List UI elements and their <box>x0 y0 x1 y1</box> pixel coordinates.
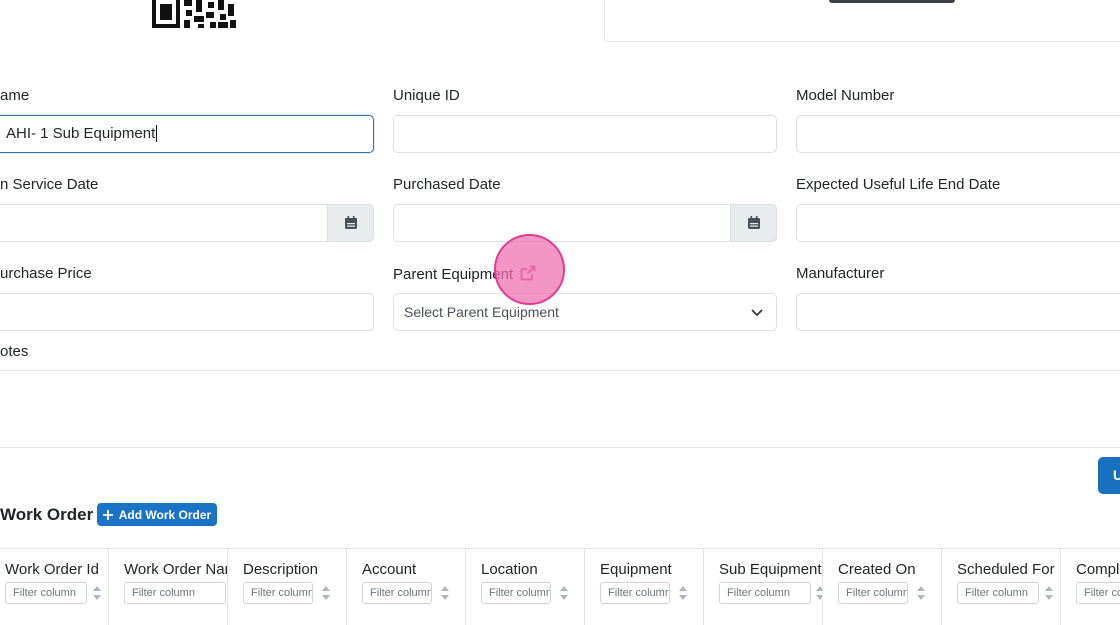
column-header-created-on[interactable]: Created On Filter column <box>823 549 942 625</box>
notes-bottom-border <box>0 447 1120 448</box>
top-button-edge[interactable] <box>829 0 955 3</box>
notes-label: otes <box>0 343 29 360</box>
column-header-completed[interactable]: Completed Filter column <box>1061 549 1120 625</box>
unique-id-input[interactable] <box>393 115 777 153</box>
expected-useful-life-input[interactable] <box>796 204 1120 242</box>
sort-icon[interactable] <box>559 585 569 601</box>
sort-icon[interactable] <box>815 585 823 601</box>
column-title: Created On <box>838 561 916 578</box>
click-indicator <box>494 234 565 305</box>
column-filter-input[interactable]: Filter column <box>1076 582 1120 604</box>
sort-icon[interactable] <box>92 585 102 601</box>
manufacturer-label: Manufacturer <box>796 265 885 282</box>
purchased-date-label: Purchased Date <box>393 176 501 193</box>
unique-id-label: Unique ID <box>393 87 460 104</box>
in-service-date-label: n Service Date <box>0 176 99 193</box>
sort-icon[interactable] <box>678 585 688 601</box>
column-filter-input[interactable]: Filter column <box>362 582 432 604</box>
column-header-scheduled-for[interactable]: Scheduled For Filter column <box>942 549 1061 625</box>
work-order-grid-header: Work Order Id Filter column Work Order N… <box>0 548 1120 625</box>
purchased-date-input[interactable] <box>393 204 777 242</box>
column-header-description[interactable]: Description Filter column <box>228 549 347 625</box>
update-button[interactable]: U <box>1098 457 1120 494</box>
column-title: Work Order Id <box>5 561 99 578</box>
manufacturer-input[interactable] <box>796 293 1120 331</box>
column-title: Account <box>362 561 417 578</box>
column-title: Location <box>481 561 538 578</box>
column-header-work-order-name[interactable]: Work Order Name Filter column <box>109 549 228 625</box>
qr-code-icon <box>152 0 236 28</box>
calendar-icon <box>747 216 760 229</box>
in-service-date-input[interactable] <box>0 204 374 242</box>
purchase-price-label: urchase Price <box>0 265 92 282</box>
work-order-title: Work Order <box>0 505 94 524</box>
calendar-icon <box>344 216 357 229</box>
column-title: Equipment <box>600 561 672 578</box>
column-filter-input[interactable]: Filter column <box>124 582 226 604</box>
column-title: Sub Equipment <box>719 561 822 578</box>
model-number-label: Model Number <box>796 87 895 104</box>
column-filter-input[interactable]: Filter column <box>838 582 908 604</box>
model-number-input[interactable] <box>796 115 1120 153</box>
column-title: Work Order Name <box>124 561 227 578</box>
sort-icon[interactable] <box>321 585 331 601</box>
column-title: Completed <box>1076 561 1120 578</box>
column-header-account[interactable]: Account Filter column <box>347 549 466 625</box>
name-input[interactable]: AHI- 1 Sub Equipment <box>0 115 374 153</box>
column-title: Description <box>243 561 319 578</box>
column-title: Scheduled For <box>957 561 1055 578</box>
add-work-order-button[interactable]: Add Work Order <box>97 503 217 526</box>
column-filter-input[interactable]: Filter column <box>719 582 811 604</box>
column-filter-input[interactable]: Filter column <box>243 582 313 604</box>
column-filter-input[interactable]: Filter column <box>600 582 670 604</box>
purchase-price-input[interactable] <box>0 293 374 331</box>
column-filter-input[interactable]: Filter column <box>481 582 551 604</box>
purchased-date-calendar-button[interactable] <box>730 204 777 242</box>
column-filter-input[interactable]: Filter column <box>957 582 1039 604</box>
in-service-date-calendar-button[interactable] <box>327 204 374 242</box>
plus-icon <box>102 509 113 520</box>
column-header-work-order-id[interactable]: Work Order Id Filter column <box>0 549 109 625</box>
add-work-order-label: Add Work Order <box>118 507 212 522</box>
chevron-down-icon <box>751 309 763 317</box>
sort-icon[interactable] <box>1044 585 1054 601</box>
parent-equipment-placeholder: Select Parent Equipment <box>404 304 559 320</box>
column-header-location[interactable]: Location Filter column <box>466 549 585 625</box>
name-input-value: AHI- 1 Sub Equipment <box>6 125 156 142</box>
parent-equipment-select[interactable]: Select Parent Equipment <box>393 293 777 331</box>
column-filter-input[interactable]: Filter column <box>5 582 87 604</box>
sort-icon[interactable] <box>916 585 926 601</box>
column-header-sub-equipment[interactable]: Sub Equipment Filter column <box>704 549 823 625</box>
column-header-equipment[interactable]: Equipment Filter column <box>585 549 704 625</box>
notes-textarea[interactable] <box>0 371 1120 447</box>
expected-useful-life-label: Expected Useful Life End Date <box>796 176 1001 193</box>
top-card <box>604 0 1120 42</box>
name-label: ame <box>0 87 30 104</box>
sort-icon[interactable] <box>440 585 450 601</box>
